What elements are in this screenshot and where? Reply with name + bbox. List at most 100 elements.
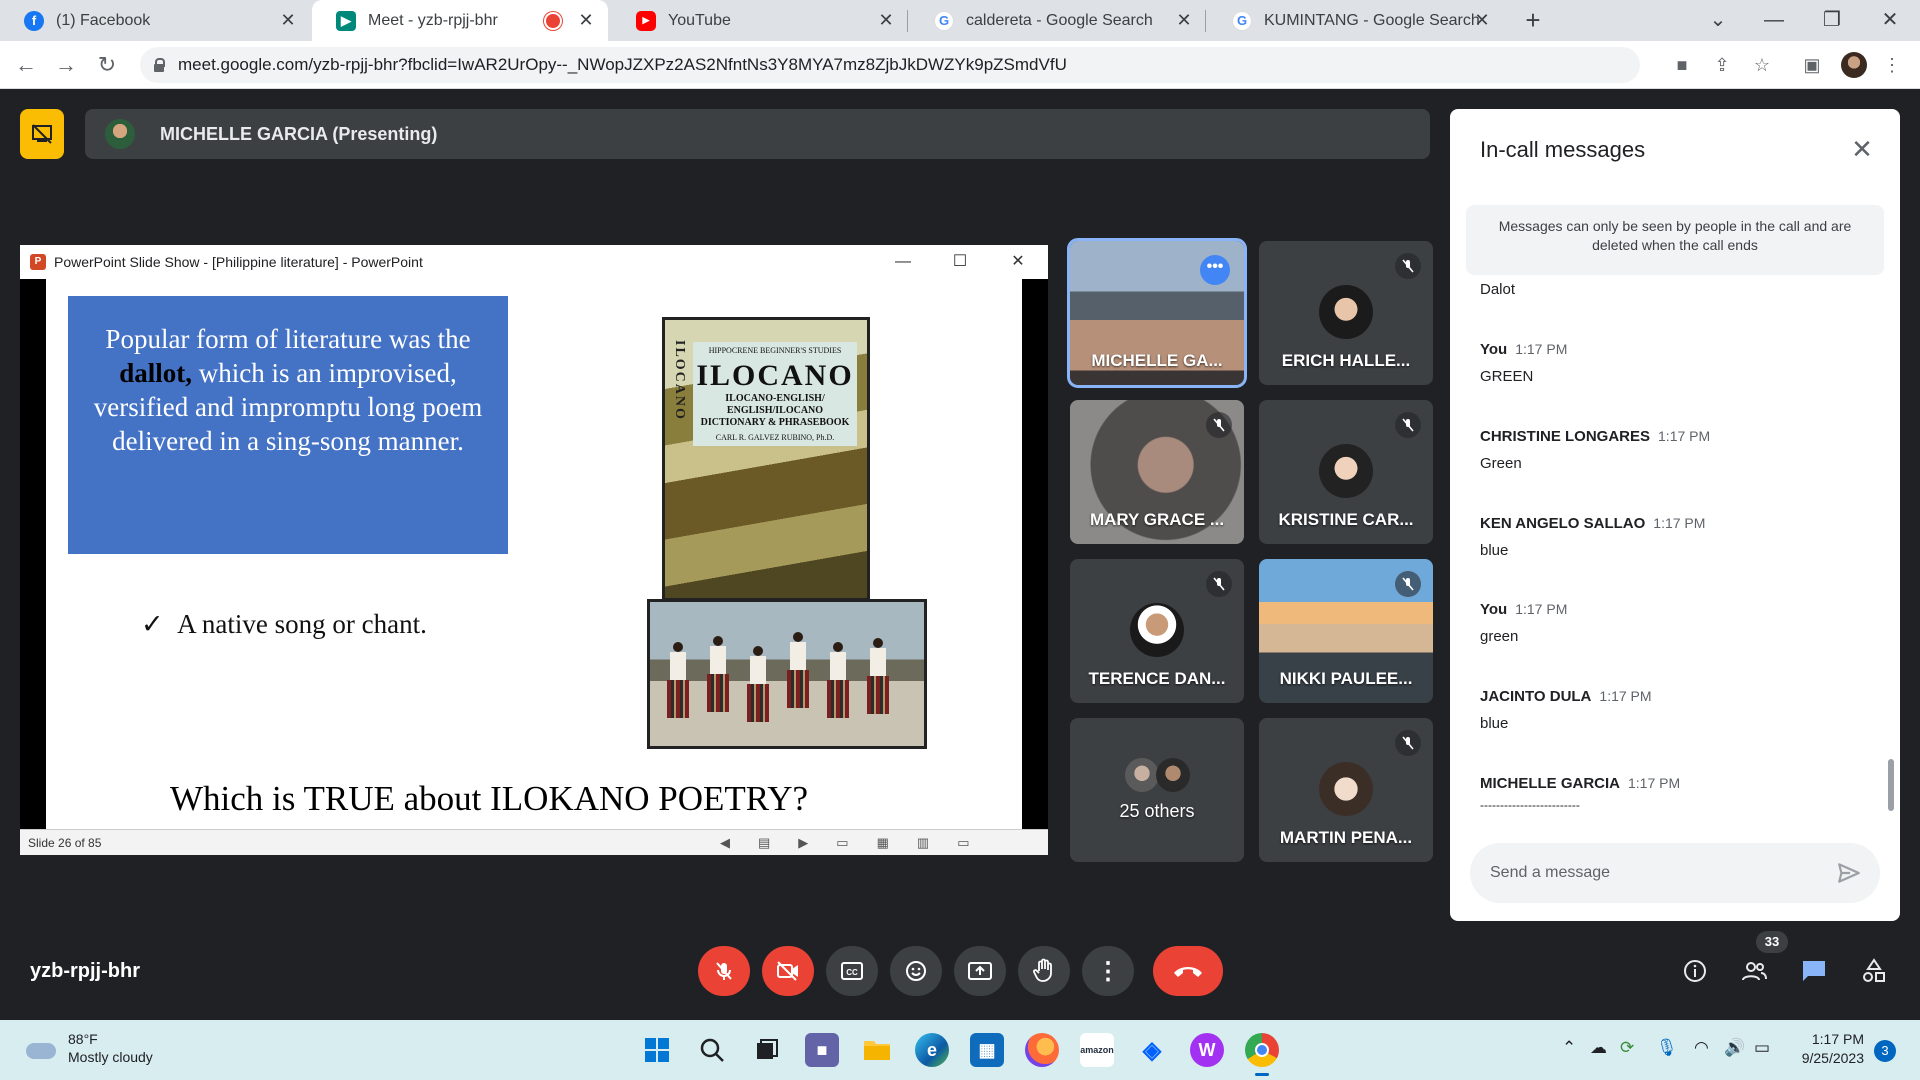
- present-now-button[interactable]: [954, 946, 1006, 996]
- message-composer[interactable]: [1470, 843, 1880, 903]
- message-input[interactable]: [1490, 861, 1820, 885]
- teams-chat-icon[interactable]: ■: [805, 1033, 839, 1067]
- weather-widget[interactable]: 88°F Mostly cloudy: [26, 1030, 153, 1066]
- participant-tile[interactable]: TERENCE DAN...: [1070, 559, 1244, 703]
- chat-icon: [1803, 961, 1825, 981]
- task-view-icon[interactable]: [750, 1033, 784, 1067]
- forward-button[interactable]: →: [52, 51, 80, 79]
- participant-tile[interactable]: MARTIN PENA...: [1259, 718, 1433, 862]
- people-button[interactable]: [1737, 954, 1771, 988]
- microphone-icon[interactable]: 🎙: [1656, 1038, 1678, 1058]
- slideshow-view-icon[interactable]: ▭: [957, 835, 969, 851]
- chat-button[interactable]: [1797, 954, 1831, 988]
- others-tile[interactable]: 25 others: [1070, 718, 1244, 862]
- camera-toggle-button[interactable]: [762, 946, 814, 996]
- activities-button[interactable]: [1857, 954, 1891, 988]
- message: KEN ANGELO SALLAO 1:17 PM blue: [1480, 515, 1705, 559]
- captions-button[interactable]: CC: [826, 946, 878, 996]
- slide-sorter-icon[interactable]: ▦: [877, 835, 889, 851]
- volume-icon[interactable]: 🔊: [1724, 1038, 1745, 1058]
- dropbox-icon[interactable]: ◈: [1135, 1033, 1169, 1067]
- edge-browser-icon[interactable]: e: [915, 1033, 949, 1067]
- tab-google-meet[interactable]: ▶ Meet - yzb-rpjj-bhr ✕: [312, 0, 608, 41]
- tab-google-search-caldereta[interactable]: G caldereta - Google Search ✕: [910, 0, 1206, 41]
- leave-call-button[interactable]: [1153, 946, 1223, 996]
- slide-counter: Slide 26 of 85: [28, 835, 102, 850]
- profile-avatar[interactable]: [1841, 52, 1867, 78]
- maximize-button[interactable]: ☐: [945, 249, 975, 275]
- close-window-button[interactable]: ✕: [1862, 0, 1918, 41]
- participant-tile[interactable]: KRISTINE CAR...: [1259, 400, 1433, 544]
- wifi-icon[interactable]: ◠: [1694, 1038, 1709, 1058]
- dancer-figure: [747, 646, 769, 726]
- reload-button[interactable]: ↻: [93, 51, 121, 79]
- search-icon[interactable]: [695, 1033, 729, 1067]
- close-tab-icon[interactable]: ✕: [876, 10, 896, 30]
- minimize-button[interactable]: —: [888, 249, 918, 275]
- system-clock[interactable]: 1:17 PM 9/25/2023: [1794, 1030, 1864, 1068]
- amazon-icon[interactable]: amazon: [1080, 1033, 1114, 1067]
- tab-youtube[interactable]: ▶ YouTube ✕: [612, 0, 908, 41]
- message-sender: You: [1480, 341, 1508, 358]
- reactions-button[interactable]: [890, 946, 942, 996]
- next-slide-icon[interactable]: ▶: [798, 835, 808, 851]
- chrome-icon[interactable]: [1245, 1033, 1279, 1076]
- url-text[interactable]: meet.google.com/yzb-rpjj-bhr?fbclid=IwAR…: [178, 55, 1067, 75]
- file-explorer-icon[interactable]: [860, 1033, 894, 1067]
- firefox-icon[interactable]: [1025, 1033, 1059, 1067]
- reading-view-icon[interactable]: ▥: [917, 835, 929, 851]
- lock-icon[interactable]: [152, 58, 166, 72]
- wps-office-icon[interactable]: W: [1190, 1033, 1224, 1067]
- menu-kebab-icon[interactable]: ⋮: [1880, 53, 1904, 77]
- slide[interactable]: Popular form of literature was the dallo…: [46, 279, 1022, 829]
- camera-in-use-icon[interactable]: ■: [1670, 53, 1694, 77]
- battery-icon[interactable]: ▭: [1754, 1038, 1770, 1058]
- address-bar[interactable]: meet.google.com/yzb-rpjj-bhr?fbclid=IwAR…: [140, 47, 1640, 83]
- raise-hand-button[interactable]: [1018, 946, 1070, 996]
- tab-google-search-kumintang[interactable]: G KUMINTANG - Google Search ✕: [1208, 0, 1504, 41]
- bookmark-star-icon[interactable]: ☆: [1750, 53, 1774, 77]
- participant-tile[interactable]: ••• MICHELLE GA...: [1067, 238, 1247, 388]
- tab-search-chevron-down-icon[interactable]: ⌄: [1690, 0, 1746, 41]
- message: JACINTO DULA 1:17 PM blue: [1480, 688, 1652, 732]
- stop-presenting-button[interactable]: [20, 109, 64, 159]
- close-tab-icon[interactable]: ✕: [1174, 10, 1194, 30]
- meeting-details-button[interactable]: [1678, 954, 1712, 988]
- microphone-toggle-button[interactable]: [698, 946, 750, 996]
- share-icon[interactable]: ⇪: [1710, 53, 1734, 77]
- minimize-button[interactable]: —: [1746, 0, 1802, 41]
- partial-message: Dalot: [1480, 283, 1515, 298]
- more-options-button[interactable]: ⋮: [1082, 946, 1134, 996]
- close-tab-icon[interactable]: ✕: [278, 10, 298, 30]
- sync-icon[interactable]: ⟳: [1620, 1038, 1634, 1058]
- restore-button[interactable]: ❐: [1804, 0, 1860, 41]
- close-panel-button[interactable]: ✕: [1848, 135, 1876, 163]
- close-tab-icon[interactable]: ✕: [1472, 10, 1492, 30]
- slide-menu-icon[interactable]: ▤: [758, 835, 770, 851]
- mic-off-icon: [1395, 253, 1421, 279]
- participant-count-badge: 33: [1756, 931, 1788, 953]
- message-sender: MICHELLE GARCIA: [1480, 775, 1620, 792]
- message-text: Dalot: [1480, 283, 1516, 298]
- tab-facebook[interactable]: f (1) Facebook ✕: [0, 0, 310, 41]
- previous-slide-icon[interactable]: ◀: [720, 835, 730, 851]
- participant-tile[interactable]: ERICH HALLE...: [1259, 241, 1433, 385]
- participant-tile[interactable]: MARY GRACE ...: [1070, 400, 1244, 544]
- send-icon[interactable]: [1836, 860, 1862, 886]
- normal-view-icon[interactable]: ▭: [836, 835, 848, 851]
- notification-count-badge[interactable]: 3: [1874, 1040, 1896, 1062]
- close-button[interactable]: ✕: [1003, 249, 1033, 275]
- new-tab-button[interactable]: +: [1518, 6, 1548, 36]
- show-hidden-icons-chevron-up-icon[interactable]: ⌃: [1562, 1038, 1576, 1058]
- close-tab-icon[interactable]: ✕: [576, 10, 596, 30]
- side-panel-icon[interactable]: ▣: [1800, 53, 1824, 77]
- message-list[interactable]: Dalot You 1:17 PM GREEN CHRISTINE LONGARE…: [1450, 283, 1900, 829]
- onedrive-cloud-icon[interactable]: ☁: [1590, 1038, 1607, 1058]
- back-button[interactable]: ←: [12, 51, 40, 79]
- participant-tile[interactable]: NIKKI PAULEE...: [1259, 559, 1433, 703]
- dancer-figure: [667, 642, 689, 722]
- microsoft-store-icon[interactable]: ▦: [970, 1033, 1004, 1067]
- more-options-icon[interactable]: •••: [1200, 255, 1230, 285]
- chat-scrollbar[interactable]: [1888, 759, 1894, 811]
- windows-start-icon[interactable]: [640, 1033, 674, 1067]
